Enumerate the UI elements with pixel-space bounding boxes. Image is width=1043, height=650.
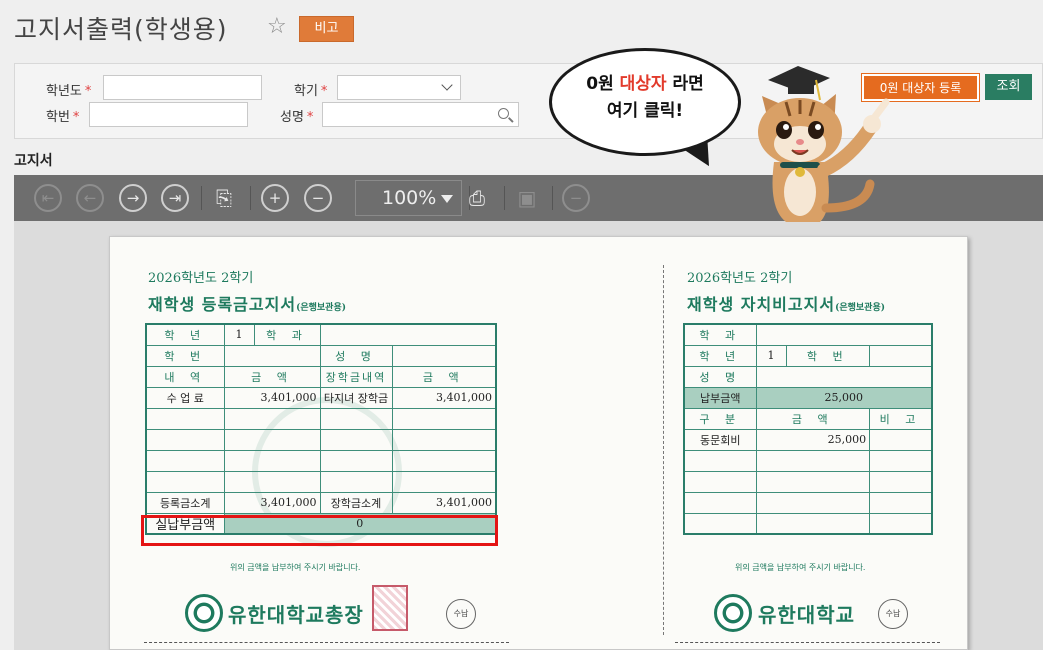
cell-value <box>755 323 933 346</box>
search-icon[interactable] <box>498 108 509 119</box>
cell-label: 성 명 <box>319 344 393 367</box>
tuition-table: 학 년 1 학 과 학 번 성 명 내 역 금 액 장학금내역 금 액 수 업 … <box>145 323 497 535</box>
invoice-page: 2026학년도 2학기 재학생 등록금고지서(은행보관용) 학 년 1 학 과 … <box>109 236 968 650</box>
favorite-star-icon[interactable]: ☆ <box>267 14 287 39</box>
cell-value: 3,401,000 <box>223 491 321 514</box>
callout-text: 0원 <box>586 74 620 94</box>
toolbar-divider <box>504 186 505 210</box>
right-invoice-title: 재학생 자치비고지서(은행보관용) <box>687 295 885 314</box>
term-select[interactable] <box>337 75 461 100</box>
cell-label: 학 번 <box>785 344 871 367</box>
cell-label: 학 년 <box>683 344 757 367</box>
col-header: 금 액 <box>391 365 497 388</box>
cell-value: 3,401,000 <box>391 491 497 514</box>
zoom-in-icon[interactable]: + <box>261 184 289 212</box>
name-label: 성명 * <box>280 110 314 125</box>
cell-label: 학 과 <box>253 323 321 346</box>
cell-value <box>391 344 497 367</box>
university-emblem-icon <box>185 594 223 632</box>
caret-down-icon <box>441 195 453 203</box>
cell-value: 동문회비 <box>683 428 757 451</box>
net-amount-highlight <box>141 515 498 546</box>
left-notice: 위의 금액을 납부하여 주시기 바랍니다. <box>230 563 361 572</box>
cell-label: 학 과 <box>683 323 757 346</box>
col-header: 금 액 <box>755 407 871 430</box>
callout-bubble: 0원 대상자 라면 여기 클릭! <box>549 48 741 156</box>
right-university-name: 유한대학교 <box>758 603 855 627</box>
chevron-down-icon <box>441 79 453 91</box>
term-label: 학기 * <box>294 84 328 99</box>
cell-label: 장학금소계 <box>319 491 393 514</box>
cell-label: 학 년 <box>145 323 225 346</box>
next-page-icon[interactable]: → <box>119 184 147 212</box>
cell-label: 학 번 <box>145 344 225 367</box>
cell-value: 3,401,000 <box>391 386 497 409</box>
right-notice: 위의 금액을 납부하여 주시기 바랍니다. <box>735 563 866 572</box>
university-emblem-icon <box>714 594 752 632</box>
col-header: 구 분 <box>683 407 757 430</box>
page-setup-icon[interactable]: ▣ <box>513 184 541 212</box>
cell-value: 1 <box>223 323 255 346</box>
cell-value: 1 <box>755 344 787 367</box>
prev-page-icon[interactable]: ← <box>76 184 104 212</box>
cell-value: 25,000 <box>755 428 871 451</box>
cat-mascot-icon <box>758 66 890 222</box>
zoom-select[interactable]: 100% <box>355 180 462 216</box>
student-id-input[interactable] <box>89 102 248 127</box>
cell-label: 성 명 <box>683 365 757 388</box>
left-year-term: 2026학년도 2학기 <box>148 271 254 286</box>
query-button[interactable]: 조회 <box>985 74 1032 100</box>
cell-label: 납부금액 <box>683 386 757 409</box>
last-page-icon[interactable]: ⇥ <box>161 184 189 212</box>
cut-line <box>144 642 509 643</box>
right-year-term: 2026학년도 2학기 <box>687 271 793 286</box>
cell-value <box>319 323 497 346</box>
first-page-icon[interactable]: ⇤ <box>34 184 62 212</box>
section-title: 고지서 <box>14 153 53 169</box>
perforation-line <box>663 265 664 635</box>
cell-value: 타지녀 장학금 <box>319 386 393 409</box>
year-label: 학년도 * <box>46 84 92 99</box>
cut-line <box>675 642 940 643</box>
cell-value <box>869 344 933 367</box>
close-icon[interactable]: − <box>562 184 590 212</box>
export-icon[interactable]: ⎘ <box>210 184 238 212</box>
seal-stamp <box>372 585 408 631</box>
col-header: 내 역 <box>145 365 225 388</box>
toolbar-divider <box>552 186 553 210</box>
fee-table: 학 과 학 년 1 학 번 성 명 납부금액 25,000 구 분 금 액 비 … <box>683 323 933 535</box>
col-header: 비 고 <box>869 407 933 430</box>
print-icon[interactable]: ⎙ <box>463 184 491 212</box>
cell-value: 수 업 료 <box>145 386 225 409</box>
page-title: 고지서출력(학생용) <box>14 15 228 44</box>
zoom-out-icon[interactable]: − <box>304 184 332 212</box>
col-header: 금 액 <box>223 365 321 388</box>
student-id-label: 학번 * <box>46 110 80 125</box>
pay-amount-value: 25,000 <box>755 386 933 409</box>
callout-text: 여기 클릭! <box>606 101 684 121</box>
callout-text: 라면 <box>666 74 704 94</box>
name-input[interactable] <box>322 102 519 127</box>
toolbar-divider <box>201 186 202 210</box>
right-receipt-mark: 수납 <box>878 599 908 629</box>
left-university-name: 유한대학교총장 <box>228 603 364 627</box>
toolbar-divider <box>250 186 251 210</box>
cell-value: 3,401,000 <box>223 386 321 409</box>
left-invoice-title: 재학생 등록금고지서(은행보관용) <box>148 295 346 314</box>
col-header: 장학금내역 <box>319 365 393 388</box>
cell-value <box>755 365 933 388</box>
year-input[interactable] <box>103 75 262 100</box>
memo-button[interactable]: 비고 <box>299 16 354 42</box>
cell-value <box>223 344 321 367</box>
left-receipt-mark: 수납 <box>446 599 476 629</box>
callout-emphasis: 대상자 <box>619 74 667 94</box>
cell-label: 등록금소계 <box>145 491 225 514</box>
